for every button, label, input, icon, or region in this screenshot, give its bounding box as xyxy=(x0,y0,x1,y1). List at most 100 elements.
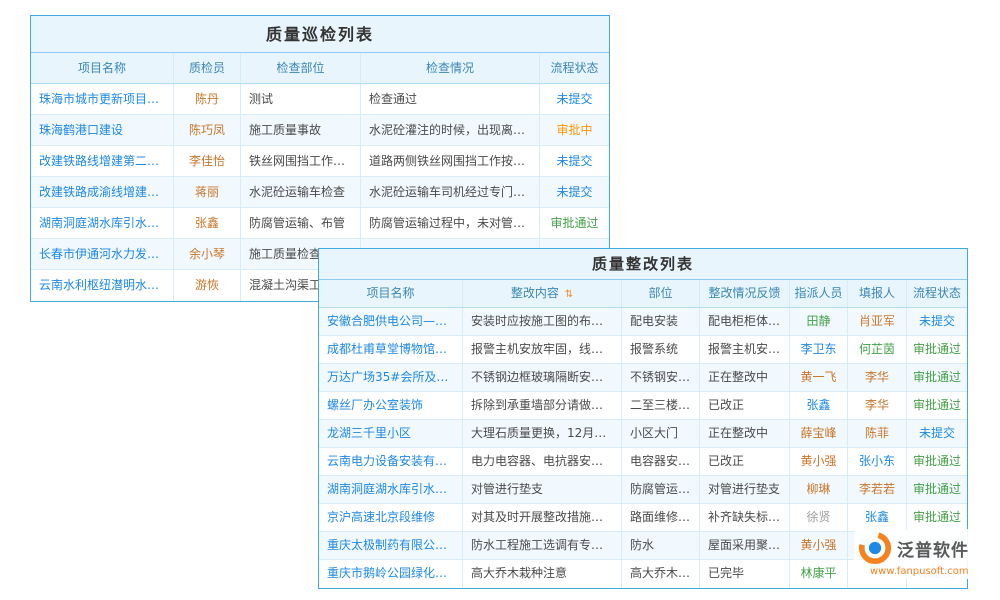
inspection-part-cell: 水泥砼运输车检查 xyxy=(241,177,361,207)
project-name-cell[interactable]: 重庆市鹅岭公园绿化景观提升... xyxy=(319,560,463,588)
rectify-table-row[interactable]: 云南电力设备安装有限公司20... 电力电容器、电抗器安装方案... 电容器安装… xyxy=(319,448,967,476)
inspection-result-cell: 道路两侧铁丝网围挡工作按设计... xyxy=(361,146,540,176)
patrol-col-inspector[interactable]: 质检员 xyxy=(174,53,241,83)
fanpu-logo[interactable]: 泛普软件 www.fanpusoft.com xyxy=(854,529,986,579)
rectify-content-cell: 报警主机安放牢固，线缆连接... xyxy=(463,336,622,363)
assignee-cell[interactable]: 田静 xyxy=(790,308,848,335)
patrol-col-project[interactable]: 项目名称 xyxy=(31,53,174,83)
reporter-cell[interactable]: 李若若 xyxy=(848,476,907,503)
project-name-cell[interactable]: 京沪高速北京段维修 xyxy=(319,504,463,531)
assignee-cell[interactable]: 林康平 xyxy=(790,560,848,588)
rectify-table-row[interactable]: 万达广场35#会所及咖啡厅空... 不锈钢边框玻璃隔断安装不牢... 不锈钢安装… xyxy=(319,364,967,392)
part-cell: 报警系统 xyxy=(622,336,700,363)
feedback-cell: 已改正 xyxy=(700,392,790,419)
project-name-cell[interactable]: 龙湖三千里小区 xyxy=(319,420,463,447)
reporter-cell[interactable]: 李华 xyxy=(848,364,907,391)
project-name-cell[interactable]: 改建铁路线增建第二线... xyxy=(31,146,174,176)
feedback-cell: 配电柜柜体与... xyxy=(700,308,790,335)
inspector-cell[interactable]: 游恢 xyxy=(174,270,241,301)
patrol-col-part[interactable]: 检查部位 xyxy=(241,53,361,83)
workflow-status-cell: 未提交 xyxy=(907,308,967,335)
rectify-content-cell: 防水工程施工选调有专业资质... xyxy=(463,532,622,559)
rectify-content-cell: 不锈钢边框玻璃隔断安装不牢... xyxy=(463,364,622,391)
rectify-table-header-row: 项目名称 整改内容 ⇅ 部位 整改情况反馈 指派人员 填报人 流程状态 xyxy=(319,280,967,308)
rectify-table-row[interactable]: 安徽合肥供电公司—配电设备... 安装时应按施工图的布置，将... 配电安装 配… xyxy=(319,308,967,336)
project-name-cell[interactable]: 珠海市城市更新项目紫... xyxy=(31,84,174,114)
feedback-cell: 对管进行垫支 xyxy=(700,476,790,503)
rectify-table-row[interactable]: 京沪高速北京段维修 对其及时开展整改措施，桥头... 路面维修检... 补齐缺失… xyxy=(319,504,967,532)
rectify-content-cell: 电力电容器、电抗器安装方案... xyxy=(463,448,622,475)
project-name-cell[interactable]: 万达广场35#会所及咖啡厅空... xyxy=(319,364,463,391)
reporter-cell[interactable]: 何芷茵 xyxy=(848,336,907,363)
project-name-cell[interactable]: 长春市伊通河水力发电... xyxy=(31,239,174,269)
rectify-table-row[interactable]: 湖南洞庭湖水库引水工程施工... 对管进行垫支 防腐管运输... 对管进行垫支 … xyxy=(319,476,967,504)
rectify-col-feedback[interactable]: 整改情况反馈 xyxy=(700,280,790,307)
inspection-result-cell: 水泥砼运输车司机经过专门培训... xyxy=(361,177,540,207)
project-name-cell[interactable]: 安徽合肥供电公司—配电设备... xyxy=(319,308,463,335)
reporter-cell[interactable]: 张鑫 xyxy=(848,504,907,531)
inspection-part-cell: 测试 xyxy=(241,84,361,114)
project-name-cell[interactable]: 湖南洞庭湖水库引水工程施工... xyxy=(319,476,463,503)
patrol-table-row[interactable]: 珠海市城市更新项目紫... 陈丹 测试 检查通过 未提交 xyxy=(31,84,609,115)
project-name-cell[interactable]: 云南电力设备安装有限公司20... xyxy=(319,448,463,475)
patrol-table-header-row: 项目名称 质检员 检查部位 检查情况 流程状态 xyxy=(31,53,609,84)
rectify-table-row[interactable]: 成都杜甫草堂博物馆展厅独立... 报警主机安放牢固，线缆连接... 报警系统 报… xyxy=(319,336,967,364)
workflow-status-cell: 未提交 xyxy=(907,420,967,447)
workflow-status-cell: 审批通过 xyxy=(907,504,967,531)
assignee-cell[interactable]: 薛宝峰 xyxy=(790,420,848,447)
patrol-table-row[interactable]: 湖南洞庭湖水库引水工... 张鑫 防腐管运输、布管 防腐管运输过程中，未对管进行… xyxy=(31,208,609,239)
inspector-cell[interactable]: 余小琴 xyxy=(174,239,241,269)
patrol-col-situation[interactable]: 检查情况 xyxy=(361,53,540,83)
feedback-cell: 屋面采用聚氨... xyxy=(700,532,790,559)
reporter-cell[interactable]: 张小东 xyxy=(848,448,907,475)
inspector-cell[interactable]: 陈巧凤 xyxy=(174,115,241,145)
rectify-col-part[interactable]: 部位 xyxy=(622,280,700,307)
assignee-cell[interactable]: 李卫东 xyxy=(790,336,848,363)
part-cell: 二至三楼混... xyxy=(622,392,700,419)
rectify-col-assignee[interactable]: 指派人员 xyxy=(790,280,848,307)
rectify-col-project[interactable]: 项目名称 xyxy=(319,280,463,307)
patrol-table-row[interactable]: 珠海鹤港口建设 陈巧凤 施工质量事故 水泥砼灌注的时候，出现离析现象 审批中 xyxy=(31,115,609,146)
project-name-cell[interactable]: 成都杜甫草堂博物馆展厅独立... xyxy=(319,336,463,363)
assignee-cell[interactable]: 柳琳 xyxy=(790,476,848,503)
sort-icon[interactable]: ⇅ xyxy=(565,289,573,300)
patrol-table-row[interactable]: 改建铁路线增建第二线... 李佳怡 铁丝网围挡工作检查 道路两侧铁丝网围挡工作按… xyxy=(31,146,609,177)
reporter-cell[interactable]: 陈菲 xyxy=(848,420,907,447)
workflow-status-cell: 审批通过 xyxy=(540,208,609,238)
project-name-cell[interactable]: 螺丝厂办公室装饰 xyxy=(319,392,463,419)
inspector-cell[interactable]: 李佳怡 xyxy=(174,146,241,176)
logo-url[interactable]: www.fanpusoft.com xyxy=(870,566,982,577)
project-name-cell[interactable]: 改建铁路成渝线增建第... xyxy=(31,177,174,207)
rectify-col-reporter[interactable]: 填报人 xyxy=(848,280,907,307)
rectify-table-row[interactable]: 螺丝厂办公室装饰 拆除到承重墙部分请做好加固... 二至三楼混... 已改正 张… xyxy=(319,392,967,420)
part-cell: 配电安装 xyxy=(622,308,700,335)
feedback-cell: 补齐缺失标志... xyxy=(700,504,790,531)
rectify-col-status[interactable]: 流程状态 xyxy=(907,280,967,307)
patrol-table-row[interactable]: 改建铁路成渝线增建第... 蒋丽 水泥砼运输车检查 水泥砼运输车司机经过专门培训… xyxy=(31,177,609,208)
patrol-col-status[interactable]: 流程状态 xyxy=(540,53,609,83)
assignee-cell[interactable]: 黄小强 xyxy=(790,532,848,559)
rectify-content-cell: 对管进行垫支 xyxy=(463,476,622,503)
project-name-cell[interactable]: 重庆太极制药有限公司亳州中... xyxy=(319,532,463,559)
reporter-cell[interactable]: 肖亚军 xyxy=(848,308,907,335)
project-name-cell[interactable]: 珠海鹤港口建设 xyxy=(31,115,174,145)
project-name-cell[interactable]: 云南水利枢纽潜明水库... xyxy=(31,270,174,301)
assignee-cell[interactable]: 张鑫 xyxy=(790,392,848,419)
assignee-cell[interactable]: 黄一飞 xyxy=(790,364,848,391)
inspector-cell[interactable]: 蒋丽 xyxy=(174,177,241,207)
rectify-content-cell: 大理石质量更换，12月31日之... xyxy=(463,420,622,447)
rectify-col-content[interactable]: 整改内容 ⇅ xyxy=(463,280,622,307)
part-cell: 防水 xyxy=(622,532,700,559)
assignee-cell[interactable]: 徐贤 xyxy=(790,504,848,531)
feedback-cell: 正在整改中 xyxy=(700,420,790,447)
inspector-cell[interactable]: 陈丹 xyxy=(174,84,241,114)
assignee-cell[interactable]: 黄小强 xyxy=(790,448,848,475)
inspector-cell[interactable]: 张鑫 xyxy=(174,208,241,238)
inspection-result-cell: 检查通过 xyxy=(361,84,540,114)
project-name-cell[interactable]: 湖南洞庭湖水库引水工... xyxy=(31,208,174,238)
workflow-status-cell: 未提交 xyxy=(540,84,609,114)
inspection-result-cell: 水泥砼灌注的时候，出现离析现象 xyxy=(361,115,540,145)
reporter-cell[interactable]: 李华 xyxy=(848,392,907,419)
rectify-table-row[interactable]: 龙湖三千里小区 大理石质量更换，12月31日之... 小区大门 正在整改中 薛宝… xyxy=(319,420,967,448)
fanpu-logo-icon xyxy=(858,531,892,565)
